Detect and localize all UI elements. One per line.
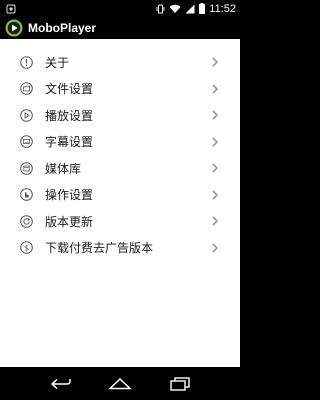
refresh-icon	[20, 214, 33, 228]
menu-item-label: 媒体库	[45, 161, 82, 176]
play-icon	[20, 108, 33, 122]
folder-icon	[20, 82, 33, 96]
menu-item-label: 操作设置	[45, 188, 94, 203]
chevron-right-icon	[212, 84, 219, 94]
back-button[interactable]	[47, 374, 73, 394]
menu-item-file-settings[interactable]: 文件设置	[0, 76, 240, 103]
app-logo-icon[interactable]	[5, 19, 23, 37]
menu-item-label: 版本更新	[45, 214, 94, 229]
hand-icon	[20, 188, 33, 202]
settings-menu: 关于 文件设置 播放设置 字幕设置 媒体库 操作设置 版本更新 $ 下载付费去广…	[0, 39, 240, 367]
status-clock: 11:52	[209, 2, 236, 15]
wifi-icon	[169, 4, 181, 13]
status-right: 11:52	[156, 3, 236, 15]
chevron-right-icon	[212, 190, 219, 200]
chevron-right-icon	[212, 243, 219, 253]
app-title: MoboPlayer	[28, 21, 97, 35]
menu-item-label: 播放设置	[45, 108, 94, 123]
menu-item-label: 字幕设置	[45, 135, 94, 150]
recent-apps-button[interactable]	[167, 374, 193, 394]
chevron-right-icon	[212, 110, 219, 120]
menu-item-version-update[interactable]: 版本更新	[0, 208, 240, 235]
menu-item-download-paid-version[interactable]: $ 下载付费去广告版本	[0, 235, 240, 262]
menu-list: 关于 文件设置 播放设置 字幕设置 媒体库 操作设置 版本更新 $ 下载付费去广…	[0, 39, 240, 261]
back-icon	[50, 378, 71, 389]
status-left	[6, 4, 16, 14]
battery-icon	[199, 3, 206, 14]
subtitle-icon	[20, 135, 33, 149]
signal-icon	[185, 4, 195, 13]
menu-item-playback-settings[interactable]: 播放设置	[0, 102, 240, 129]
menu-item-about[interactable]: 关于	[0, 49, 240, 76]
menu-item-label: 关于	[45, 55, 70, 70]
menu-item-media-library[interactable]: 媒体库	[0, 155, 240, 182]
menu-item-label: 下载付费去广告版本	[45, 241, 154, 256]
chevron-right-icon	[212, 163, 219, 173]
chevron-right-icon	[212, 57, 219, 67]
navigation-bar	[0, 367, 240, 400]
menu-item-control-settings[interactable]: 操作设置	[0, 182, 240, 209]
chevron-right-icon	[212, 137, 219, 147]
svg-text:$: $	[24, 244, 29, 253]
menu-item-label: 文件设置	[45, 82, 94, 97]
home-button[interactable]	[107, 374, 133, 394]
vibrate-icon	[156, 4, 165, 13]
info-icon	[20, 55, 33, 69]
dollar-icon: $	[20, 241, 33, 255]
recent-apps-icon	[170, 376, 190, 391]
status-bar: 11:52	[0, 0, 240, 17]
action-bar: MoboPlayer	[0, 17, 240, 39]
notification-icon	[6, 4, 16, 13]
media-library-icon	[20, 161, 33, 175]
menu-item-subtitle-settings[interactable]: 字幕设置	[0, 129, 240, 156]
chevron-right-icon	[212, 216, 219, 226]
home-icon	[108, 377, 132, 389]
